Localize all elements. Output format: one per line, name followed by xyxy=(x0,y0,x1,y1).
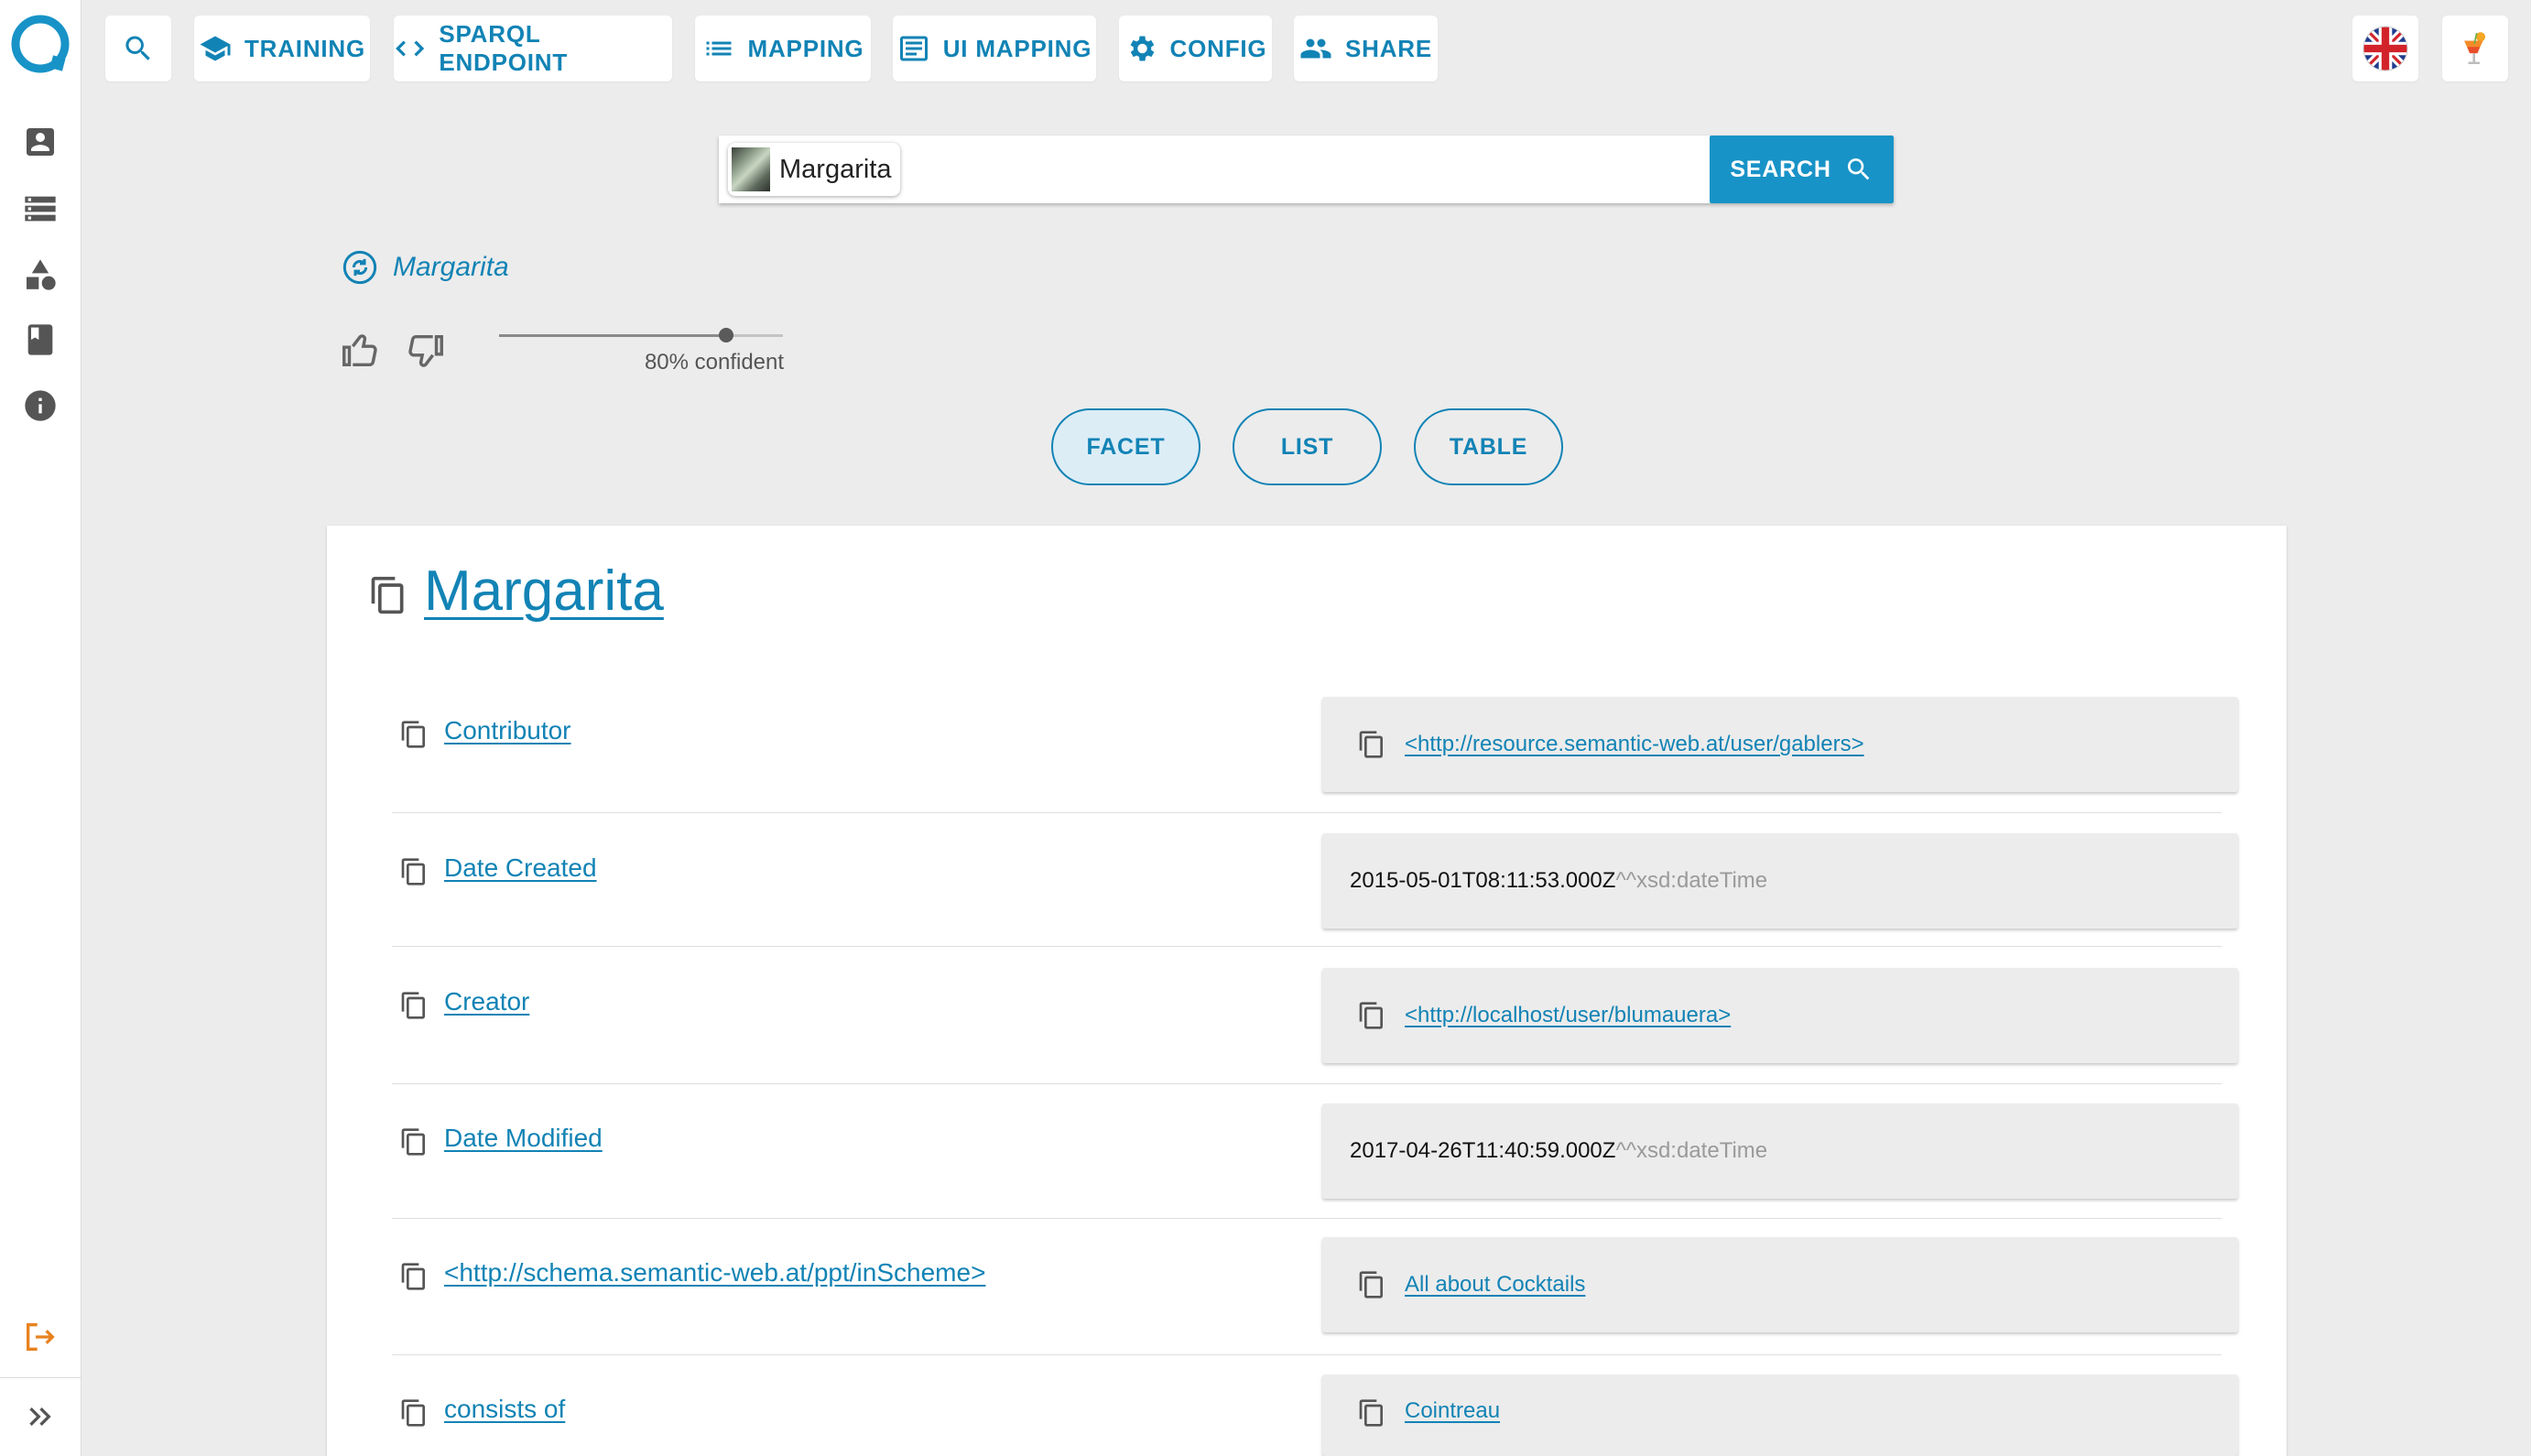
gear-icon xyxy=(1130,36,1154,61)
expand-double-chevron-icon[interactable] xyxy=(22,1398,59,1435)
concept-header: Margarita xyxy=(342,249,509,286)
value-link-creator[interactable]: <http://localhost/user/blumauera> xyxy=(1405,1003,1731,1028)
margarita-thumbnail xyxy=(732,147,770,191)
config-button[interactable]: CONFIG xyxy=(1119,16,1272,81)
row-divider xyxy=(392,812,2221,813)
property-link-creator[interactable]: Creator xyxy=(444,987,529,1016)
copy-icon[interactable] xyxy=(399,720,429,749)
property-link-consists-of[interactable]: consists of xyxy=(444,1395,565,1424)
rail-separator xyxy=(0,1377,81,1378)
search-icon xyxy=(1847,158,1870,180)
confidence-slider-fill xyxy=(499,334,726,337)
ui-mapping-label: UI MAPPING xyxy=(942,34,1092,62)
value-box-date-created: 2015-05-01T08:11:53.000Z ^^xsd:dateTime xyxy=(1322,833,2238,929)
config-label: CONFIG xyxy=(1169,34,1267,62)
list-view-button[interactable]: LIST xyxy=(1233,408,1382,485)
people-icon xyxy=(1300,38,1331,59)
list-icon xyxy=(706,41,732,56)
confidence-label: 80% confident xyxy=(644,350,785,375)
copy-icon[interactable] xyxy=(399,1127,429,1157)
list-view-label: LIST xyxy=(1280,433,1334,460)
share-label: SHARE xyxy=(1344,34,1432,62)
copy-icon[interactable] xyxy=(399,1262,429,1291)
logout-icon[interactable] xyxy=(22,1319,59,1355)
value-text-date-created: 2015-05-01T08:11:53.000Z xyxy=(1350,868,1616,893)
shapes-icon[interactable] xyxy=(22,256,59,293)
value-type-date-modified: ^^xsd:dateTime xyxy=(1615,1138,1768,1163)
school-icon xyxy=(200,36,231,61)
ui-list-icon xyxy=(899,36,928,61)
toolbar-search-button[interactable] xyxy=(105,16,171,81)
person-card-icon[interactable] xyxy=(22,124,59,160)
app-logo-icon[interactable] xyxy=(7,11,73,77)
row-divider xyxy=(392,1354,2221,1355)
search-icon xyxy=(125,36,150,60)
value-text-date-modified: 2017-04-26T11:40:59.000Z xyxy=(1350,1138,1616,1163)
cocktail-icon xyxy=(2464,32,2486,64)
training-button[interactable]: TRAINING xyxy=(194,16,370,81)
row-divider xyxy=(392,1218,2221,1219)
value-link-in-scheme[interactable]: All about Cocktails xyxy=(1405,1272,1585,1298)
info-icon[interactable] xyxy=(22,387,59,424)
left-rail xyxy=(0,0,81,1456)
property-link-contributor[interactable]: Contributor xyxy=(444,716,571,745)
search-button[interactable]: SEARCH xyxy=(1710,136,1894,203)
sparql-endpoint-label: SPARQL ENDPOINT xyxy=(439,20,569,76)
book-icon[interactable] xyxy=(22,321,59,358)
row-divider xyxy=(392,946,2221,947)
sparql-endpoint-button[interactable]: SPARQL ENDPOINT xyxy=(394,16,672,81)
copy-icon[interactable] xyxy=(368,575,408,615)
facet-view-button[interactable]: FACET xyxy=(1051,408,1200,485)
concept-circle-icon xyxy=(342,250,377,285)
value-box-contributor: <http://resource.semantic-web.at/user/ga… xyxy=(1322,697,2238,792)
table-view-label: TABLE xyxy=(1449,433,1528,460)
language-button[interactable] xyxy=(2352,16,2418,81)
value-type-date-created: ^^xsd:dateTime xyxy=(1615,868,1768,893)
property-link-date-modified[interactable]: Date Modified xyxy=(444,1124,603,1153)
thumb-up-icon[interactable] xyxy=(339,330,381,372)
value-box-date-modified: 2017-04-26T11:40:59.000Z ^^xsd:dateTime xyxy=(1322,1103,2238,1199)
copy-icon[interactable] xyxy=(1357,1001,1386,1030)
property-link-date-created[interactable]: Date Created xyxy=(444,853,597,883)
concept-title-link[interactable]: Margarita xyxy=(424,559,664,624)
value-link-contributor[interactable]: <http://resource.semantic-web.at/user/ga… xyxy=(1405,732,1864,757)
mapping-button[interactable]: MAPPING xyxy=(695,16,871,81)
thumb-down-icon[interactable] xyxy=(405,330,447,372)
search-button-label: SEARCH xyxy=(1730,156,1831,182)
value-link-consists-of[interactable]: Cointreau xyxy=(1405,1398,1500,1424)
storage-icon[interactable] xyxy=(22,190,59,227)
value-box-creator: <http://localhost/user/blumauera> xyxy=(1322,968,2238,1063)
copy-icon[interactable] xyxy=(1357,730,1386,759)
search-chip-label: Margarita xyxy=(779,154,892,184)
copy-icon[interactable] xyxy=(1357,1398,1386,1428)
ui-mapping-button[interactable]: UI MAPPING xyxy=(893,16,1096,81)
profile-button[interactable] xyxy=(2442,16,2508,81)
property-link-in-scheme[interactable]: <http://schema.semantic-web.at/ppt/inSch… xyxy=(444,1258,985,1288)
value-box-in-scheme: All about Cocktails xyxy=(1322,1237,2238,1332)
concept-name: Margarita xyxy=(393,252,509,282)
copy-icon[interactable] xyxy=(399,1398,429,1428)
copy-icon[interactable] xyxy=(399,991,429,1020)
search-chip-margarita[interactable]: Margarita xyxy=(728,143,900,196)
table-view-button[interactable]: TABLE xyxy=(1414,408,1563,485)
facet-view-label: FACET xyxy=(1086,433,1166,460)
value-box-consists-of: Cointreau xyxy=(1322,1375,2238,1456)
copy-icon[interactable] xyxy=(399,857,429,886)
share-button[interactable]: SHARE xyxy=(1294,16,1438,81)
training-label: TRAINING xyxy=(244,34,366,62)
copy-icon[interactable] xyxy=(1357,1270,1386,1299)
code-icon xyxy=(396,40,425,57)
mapping-label: MAPPING xyxy=(747,34,864,62)
uk-flag-icon xyxy=(2363,26,2408,71)
confidence-slider-thumb[interactable] xyxy=(719,328,733,342)
row-divider xyxy=(392,1083,2221,1084)
